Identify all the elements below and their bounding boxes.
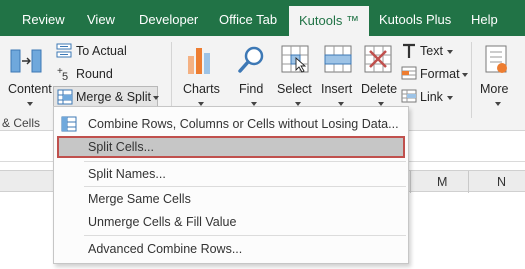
select-button[interactable]: Select: [275, 40, 315, 112]
menu-separator: [84, 161, 406, 162]
to-actual-button[interactable]: To Actual: [55, 42, 155, 62]
link-label: Link: [420, 90, 443, 104]
insert-label: Insert: [321, 82, 353, 96]
tab-kutools-plus[interactable]: Kutools Plus: [379, 0, 451, 36]
text-icon: [403, 43, 415, 58]
ribbon-separator: [471, 42, 472, 118]
search-icon: [238, 46, 264, 73]
format-icon: [401, 66, 417, 80]
insert-button[interactable]: Insert: [318, 40, 358, 112]
link-caret-icon: [447, 96, 453, 100]
more-button[interactable]: More: [476, 40, 516, 112]
format-label: Format: [420, 67, 460, 81]
select-icon: [281, 45, 309, 73]
link-button[interactable]: Link: [401, 87, 469, 107]
content-icon: [10, 49, 42, 73]
format-caret-icon: [462, 73, 468, 77]
menu-item-merge-same-cells[interactable]: Merge Same Cells: [54, 188, 408, 210]
tab-help[interactable]: Help: [471, 0, 498, 36]
tab-office-tab[interactable]: Office Tab: [219, 0, 277, 36]
select-label: Select: [277, 82, 312, 96]
delete-button[interactable]: Delete: [358, 40, 398, 112]
charts-button[interactable]: Charts: [180, 40, 222, 112]
tab-view[interactable]: View: [87, 0, 115, 36]
merge-split-label: Merge & Split: [76, 90, 152, 104]
text-caret-icon: [447, 50, 453, 54]
group-cells-label: & Cells: [2, 116, 41, 130]
merge-split-menu: Combine Rows, Columns or Cells without L…: [53, 106, 409, 264]
merge-split-caret-icon: [153, 96, 159, 100]
column-header-n[interactable]: N: [497, 175, 506, 189]
find-button[interactable]: Find: [233, 40, 269, 112]
menu-item-unmerge-cells[interactable]: Unmerge Cells & Fill Value: [54, 211, 408, 233]
ribbon-tab-bar: Review View Developer Office Tab Kutools…: [0, 0, 525, 36]
delete-icon: [364, 45, 392, 73]
insert-icon: [324, 45, 352, 73]
round-label: Round: [76, 67, 113, 81]
charts-label: Charts: [183, 82, 220, 96]
merge-split-button[interactable]: Merge & Split: [53, 86, 159, 108]
round-button[interactable]: + 5 Round: [55, 64, 155, 84]
column-separator: [410, 171, 411, 193]
link-icon: [401, 89, 417, 103]
text-label: Text: [420, 44, 443, 58]
content-caret-icon: [27, 102, 33, 106]
tab-developer[interactable]: Developer: [139, 0, 198, 36]
find-label: Find: [239, 82, 264, 96]
menu-item-split-cells[interactable]: Split Cells...: [57, 136, 405, 158]
more-icon: [485, 45, 507, 73]
menu-item-advanced-combine-rows[interactable]: Advanced Combine Rows...: [54, 238, 408, 260]
format-button[interactable]: Format: [401, 64, 469, 84]
tab-kutools[interactable]: Kutools ™: [289, 6, 369, 36]
content-button[interactable]: Content: [0, 40, 52, 112]
tab-review[interactable]: Review: [22, 0, 65, 36]
text-button[interactable]: Text: [401, 42, 469, 62]
round-icon: + 5: [57, 66, 68, 82]
menu-item-split-names[interactable]: Split Names...: [54, 163, 408, 185]
menu-item-combine-rows[interactable]: Combine Rows, Columns or Cells without L…: [54, 113, 408, 135]
column-separator: [468, 171, 469, 193]
delete-label: Delete: [361, 82, 398, 96]
column-header-m[interactable]: M: [437, 175, 447, 189]
more-label: More: [480, 82, 509, 96]
menu-separator: [84, 235, 406, 236]
content-label: Content: [8, 82, 52, 96]
merge-split-icon: [57, 89, 73, 105]
svg-text:5: 5: [62, 71, 68, 82]
to-actual-label: To Actual: [76, 44, 127, 58]
charts-icon: [188, 48, 210, 74]
to-actual-icon: [56, 43, 72, 58]
combine-icon: [61, 116, 77, 132]
menu-separator: [84, 186, 406, 187]
more-caret-icon: [495, 102, 501, 106]
